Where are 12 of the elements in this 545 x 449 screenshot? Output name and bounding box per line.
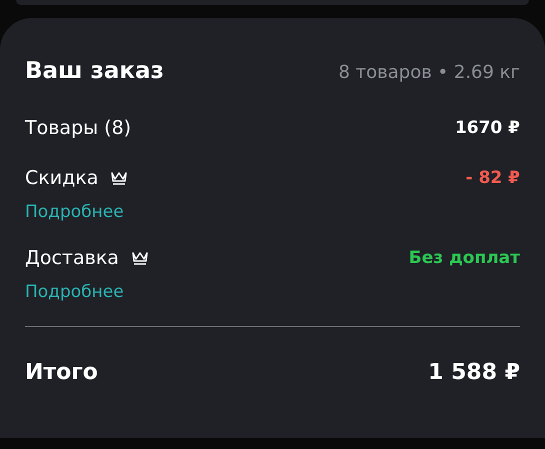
row-value: - 82 ₽ [466,168,520,188]
row-label: Товары (8) [25,117,132,139]
total-label: Итого [25,360,98,384]
details-link[interactable]: Подробнее [25,282,124,302]
details-link[interactable]: Подробнее [25,202,124,222]
order-summary: 8 товаров • 2.69 кг [338,62,520,83]
total-value: 1 588 ₽ [428,360,520,384]
row-label: Доставка [25,247,119,269]
row-label: Скидка [25,167,98,189]
row-value: 1670 ₽ [454,118,520,138]
order-title: Ваш заказ [25,58,164,84]
row-value: Без доплат [408,248,520,268]
